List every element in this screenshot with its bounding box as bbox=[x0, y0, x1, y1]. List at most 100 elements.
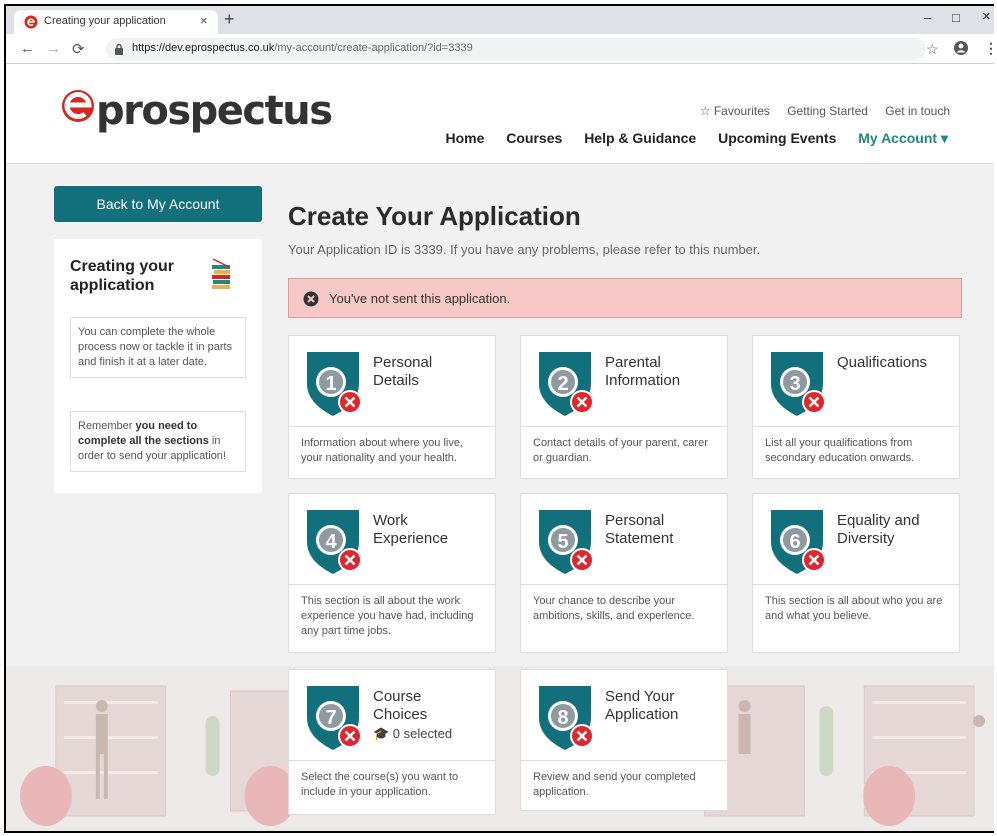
lock-icon bbox=[115, 43, 123, 55]
card-title-line1: Personal bbox=[373, 354, 433, 371]
nav-my-account[interactable]: My Account ▾ bbox=[858, 130, 948, 146]
url-text: https://dev.eprospectus.co.uk/my-account… bbox=[132, 42, 473, 54]
nav-courses[interactable]: Courses bbox=[506, 130, 562, 146]
nav-home[interactable]: Home bbox=[445, 130, 484, 146]
card-title-line2: Information bbox=[605, 372, 681, 389]
card-title: Personal Statement bbox=[605, 512, 673, 548]
card-header: 6 Equality and Diversity bbox=[753, 494, 959, 584]
card-title-line1: Course bbox=[373, 688, 422, 705]
card-title-line2: Choices bbox=[373, 706, 428, 723]
info-panel-title: Creating your application bbox=[70, 258, 175, 294]
back-arrow-icon[interactable]: ← bbox=[20, 40, 35, 57]
eprospectus-logo-mark-icon bbox=[62, 90, 94, 122]
section-card-send-application[interactable]: 8 Send Your Application Review and send you… bbox=[520, 669, 728, 811]
section-number: 8 bbox=[557, 707, 568, 729]
section-number-shield-icon: 1 bbox=[307, 352, 362, 416]
profile-icon[interactable] bbox=[953, 40, 969, 56]
section-number: 6 bbox=[789, 531, 800, 553]
card-description: This section is all about who you are an… bbox=[765, 595, 943, 622]
card-divider bbox=[521, 760, 727, 761]
nav-upcoming-events[interactable]: Upcoming Events bbox=[718, 130, 836, 146]
card-description: Information about where you live, your n… bbox=[301, 437, 464, 464]
back-to-my-account-button[interactable]: Back to My Account bbox=[54, 186, 262, 222]
forward-arrow-icon[interactable]: → bbox=[46, 40, 61, 57]
courses-selected-count: 🎓 0 selected bbox=[373, 726, 453, 741]
main-nav: Home Courses Help & Guidance Upcoming Ev… bbox=[427, 130, 948, 147]
card-title-line1: Send Your bbox=[605, 688, 675, 705]
logo-text: prospectus bbox=[96, 88, 333, 134]
section-number: 4 bbox=[325, 531, 337, 553]
card-title-line1: Work bbox=[373, 512, 408, 529]
section-number: 7 bbox=[325, 707, 336, 729]
nav-help-guidance[interactable]: Help & Guidance bbox=[584, 130, 696, 146]
section-card-work-experience[interactable]: 4 Work Experience This section is all about… bbox=[288, 493, 496, 653]
tab-title: Creating your application bbox=[44, 15, 166, 27]
section-number: 1 bbox=[325, 373, 336, 395]
bookmark-star-icon[interactable]: ☆ bbox=[926, 41, 939, 58]
section-card-personal-details[interactable]: 1 Personal Details Information about where … bbox=[288, 335, 496, 479]
card-title: Parental Information bbox=[605, 354, 680, 390]
card-title: Personal Details bbox=[373, 354, 432, 390]
get-in-touch-link[interactable]: Get in touch bbox=[885, 104, 950, 118]
card-divider bbox=[289, 584, 495, 585]
info-panel: Creating your application You can comple… bbox=[54, 239, 262, 493]
card-header: 3 Qualifications bbox=[753, 336, 959, 426]
card-title: Equality and Diversity bbox=[837, 512, 920, 548]
card-divider bbox=[753, 584, 959, 585]
application-id-text: Your Application ID is 3339. If you have… bbox=[288, 242, 761, 257]
card-title-line1: Parental bbox=[605, 354, 661, 371]
section-card-personal-statement[interactable]: 5 Personal Statement Your chance to describ… bbox=[520, 493, 728, 653]
section-card-course-choices[interactable]: 7 Course Choices 🎓 0 selected Select the cou… bbox=[288, 669, 496, 815]
section-number: 5 bbox=[557, 531, 568, 553]
section-number-shield-icon: 6 bbox=[771, 510, 826, 574]
section-card-qualifications[interactable]: 3 Qualifications List all your qualificati… bbox=[752, 335, 960, 479]
library-background-illustration bbox=[6, 666, 994, 831]
card-title-line2: Statement bbox=[605, 530, 674, 547]
card-title-line1: Personal bbox=[605, 512, 665, 529]
card-title-line2: Application bbox=[605, 706, 679, 723]
utility-links: ☆ Favourites Getting Started Get in touc… bbox=[686, 104, 950, 118]
card-title-line2: Diversity bbox=[837, 530, 895, 547]
tab-strip: Creating your application × + – □ × bbox=[6, 6, 994, 34]
tab-close-icon[interactable]: × bbox=[200, 13, 208, 28]
card-divider bbox=[521, 426, 727, 427]
card-title-line2: Experience bbox=[373, 530, 449, 547]
favourites-link[interactable]: ☆ Favourites bbox=[700, 104, 770, 118]
section-number-shield-icon: 3 bbox=[771, 352, 826, 416]
card-header: 1 Personal Details bbox=[289, 336, 495, 426]
site-header: prospectus ☆ Favourites Getting Started … bbox=[6, 64, 994, 164]
alert-text: You've not sent this application. bbox=[329, 291, 511, 306]
card-title: Course Choices bbox=[373, 688, 427, 724]
card-description: List all your qualifications from second… bbox=[765, 437, 915, 464]
section-number-shield-icon: 2 bbox=[539, 352, 594, 416]
card-header: 5 Personal Statement bbox=[521, 494, 727, 584]
card-header: 4 Work Experience bbox=[289, 494, 495, 584]
card-description: Your chance to describe your ambitions, … bbox=[533, 595, 695, 622]
section-number-shield-icon: 4 bbox=[307, 510, 362, 574]
browser-tab[interactable]: Creating your application × bbox=[14, 10, 218, 34]
section-card-equality-diversity[interactable]: 6 Equality and Diversity This section is al… bbox=[752, 493, 960, 653]
browser-menu-icon[interactable]: ⋮ bbox=[984, 40, 994, 57]
card-title-line1: Equality and bbox=[837, 512, 920, 529]
card-divider bbox=[521, 584, 727, 585]
card-description: This section is all about the work exper… bbox=[301, 595, 474, 637]
getting-started-link[interactable]: Getting Started bbox=[787, 104, 868, 118]
maximize-icon[interactable]: □ bbox=[952, 10, 960, 25]
url-input[interactable]: https://dev.eprospectus.co.uk/my-account… bbox=[106, 38, 926, 60]
card-description: Review and send your completed applicati… bbox=[533, 771, 696, 798]
minimize-icon[interactable]: – bbox=[924, 10, 931, 25]
books-icon bbox=[212, 258, 230, 289]
graduation-cap-icon: 🎓 bbox=[373, 726, 390, 741]
reload-icon[interactable]: ⟳ bbox=[72, 40, 85, 58]
eprospectus-favicon-icon bbox=[24, 15, 38, 29]
not-sent-alert: You've not sent this application. bbox=[288, 278, 962, 318]
card-description: Select the course(s) you want to include… bbox=[301, 771, 459, 798]
window-close-icon[interactable]: × bbox=[982, 8, 991, 25]
new-tab-button[interactable]: + bbox=[224, 9, 235, 30]
card-title: Send Your Application bbox=[605, 688, 678, 724]
section-number: 2 bbox=[557, 373, 568, 395]
tip-complete-process: You can complete the whole process now o… bbox=[70, 317, 246, 378]
card-header: 7 Course Choices 🎓 0 selected bbox=[289, 670, 495, 760]
section-card-parental-information[interactable]: 2 Parental Information Contact details of y… bbox=[520, 335, 728, 479]
browser-window: Creating your application × + – □ × ← → … bbox=[4, 4, 994, 833]
